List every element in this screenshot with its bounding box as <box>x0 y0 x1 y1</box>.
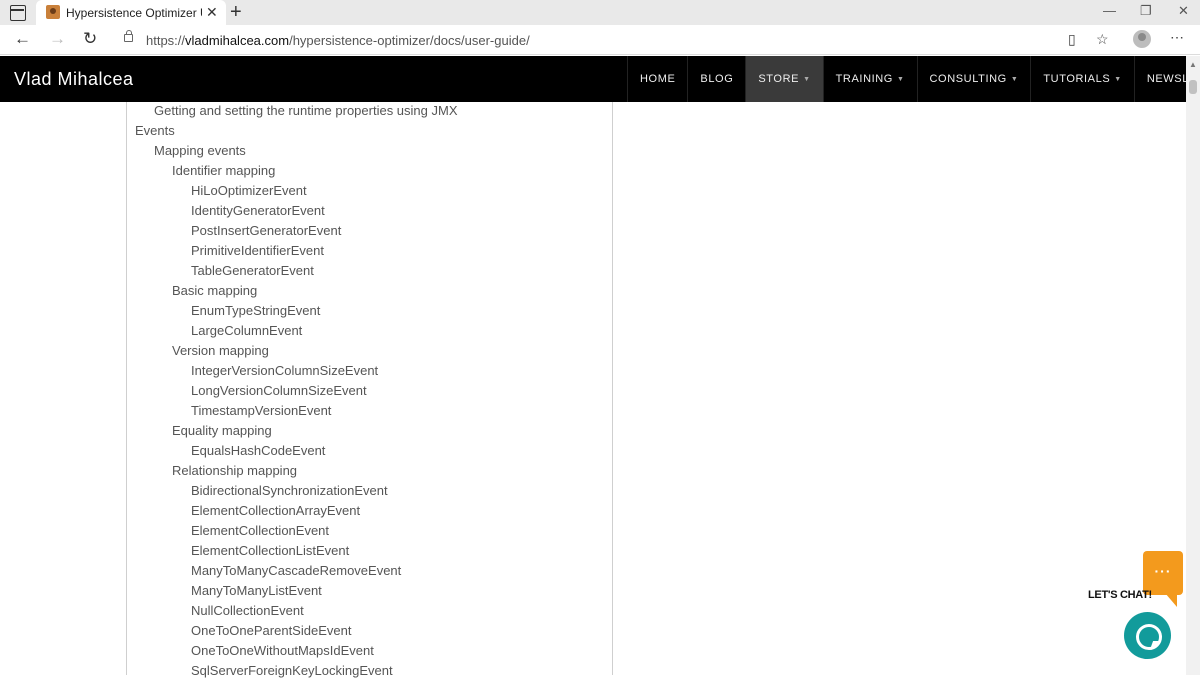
toc-link[interactable]: Relationship mapping <box>172 463 297 478</box>
toc-link[interactable]: LargeColumnEvent <box>191 323 302 338</box>
toc-link[interactable]: EqualsHashCodeEvent <box>191 443 325 458</box>
browser-tab-strip: Hypersistence Optimizer User Gu ✕ + — ❐ … <box>0 0 1200 25</box>
reload-icon[interactable]: ↻ <box>83 29 97 49</box>
menu-item-store[interactable]: STORE ▼ <box>745 56 823 102</box>
main-menu: HOME BLOG STORE ▼ TRAINING ▼ CONSULTING ▼ T… <box>627 56 1200 102</box>
site-favicon-icon <box>46 5 60 19</box>
url-host: vladmihalcea.com <box>185 33 290 48</box>
minimize-icon[interactable]: — <box>1103 3 1116 18</box>
toc-link[interactable]: PostInsertGeneratorEvent <box>191 223 341 238</box>
caret-down-icon: ▼ <box>896 75 905 83</box>
more-options-icon[interactable]: ⋯ <box>1170 29 1184 46</box>
toc-link[interactable]: Version mapping <box>172 343 269 358</box>
toc-link[interactable]: HiLoOptimizerEvent <box>191 183 307 198</box>
menu-item-consulting[interactable]: CONSULTING ▼ <box>916 56 1031 102</box>
toc-link[interactable]: IntegerVersionColumnSizeEvent <box>191 363 378 378</box>
tab-close-icon[interactable]: ✕ <box>206 4 218 21</box>
toc-link[interactable]: Mapping events <box>154 143 246 158</box>
menu-item-tutorials[interactable]: TUTORIALS ▼ <box>1030 56 1133 102</box>
toc-link[interactable]: Getting and setting the runtime properti… <box>154 103 458 118</box>
chat-label[interactable]: LET'S CHAT! <box>1088 589 1152 601</box>
menu-item-training[interactable]: TRAINING ▼ <box>822 56 917 102</box>
toc-link[interactable]: ElementCollectionEvent <box>191 523 329 538</box>
toc-link[interactable]: SqlServerForeignKeyLockingEvent <box>191 663 393 678</box>
toc-link[interactable]: EnumTypeStringEvent <box>191 303 320 318</box>
toc-link[interactable]: Events <box>135 123 175 138</box>
menu-label: CONSULTING <box>929 73 1007 85</box>
site-header: Vlad Mihalcea HOME BLOG STORE ▼ TRAINING ▼… <box>0 56 1200 102</box>
menu-label: HOME <box>640 73 676 85</box>
scroll-thumb[interactable] <box>1189 80 1197 94</box>
chat-open-button[interactable] <box>1124 612 1171 659</box>
url-scheme: https:// <box>146 33 186 48</box>
reader-view-icon[interactable]: ▯ <box>1068 31 1076 48</box>
menu-label: TRAINING <box>835 73 893 85</box>
tab-title: Hypersistence Optimizer User Gu <box>66 6 202 20</box>
back-icon[interactable]: ← <box>14 29 31 49</box>
profile-avatar[interactable] <box>1133 30 1151 48</box>
toc-link[interactable]: TimestampVersionEvent <box>191 403 331 418</box>
menu-item-home[interactable]: HOME <box>627 56 687 102</box>
menu-label: TUTORIALS <box>1043 73 1111 85</box>
site-brand[interactable]: Vlad Mihalcea <box>14 69 134 90</box>
toc-link[interactable]: ElementCollectionListEvent <box>191 543 349 558</box>
toc-link[interactable]: Equality mapping <box>172 423 272 438</box>
caret-down-icon: ▼ <box>803 75 811 83</box>
caret-down-icon: ▼ <box>1010 75 1019 83</box>
close-window-icon[interactable]: ✕ <box>1178 3 1189 19</box>
menu-label: BLOG <box>700 73 734 85</box>
toc-link[interactable]: Identifier mapping <box>172 163 275 178</box>
chat-dots: ··· <box>1154 563 1172 579</box>
favorites-icon[interactable]: ☆ <box>1096 31 1109 48</box>
toc-link[interactable]: ManyToManyCascadeRemoveEvent <box>191 563 401 578</box>
tab-actions-icon[interactable] <box>10 5 26 21</box>
page-scrollbar[interactable]: ▲ <box>1186 56 1200 675</box>
toc-link[interactable]: BidirectionalSynchronizationEvent <box>191 483 388 498</box>
toc-link[interactable]: ElementCollectionArrayEvent <box>191 503 360 518</box>
restore-icon[interactable]: ❐ <box>1140 3 1152 19</box>
toc-link[interactable]: ManyToManyListEvent <box>191 583 322 598</box>
new-tab-button[interactable]: + <box>230 1 242 24</box>
forward-icon[interactable]: → <box>49 29 66 49</box>
toc-link[interactable]: OneToOneWithoutMapsIdEvent <box>191 643 374 658</box>
lock-icon[interactable] <box>124 30 133 42</box>
browser-toolbar: ← → ↻ https://vladmihalcea.com/hypersist… <box>0 25 1200 55</box>
url-path: /hypersistence-optimizer/docs/user-guide… <box>289 33 530 48</box>
caret-down-icon: ▼ <box>1114 75 1122 83</box>
toc-link[interactable]: LongVersionColumnSizeEvent <box>191 383 367 398</box>
toc-link[interactable]: Basic mapping <box>172 283 257 298</box>
menu-label: STORE <box>758 73 800 85</box>
scroll-up-icon[interactable]: ▲ <box>1189 60 1197 69</box>
toc-link[interactable]: NullCollectionEvent <box>191 603 304 618</box>
toc-link[interactable]: PrimitiveIdentifierEvent <box>191 243 324 258</box>
toc-link[interactable]: TableGeneratorEvent <box>191 263 314 278</box>
menu-item-blog[interactable]: BLOG <box>687 56 745 102</box>
toc-link[interactable]: OneToOneParentSideEvent <box>191 623 351 638</box>
browser-tab[interactable]: Hypersistence Optimizer User Gu ✕ <box>36 0 226 25</box>
address-bar[interactable]: https://vladmihalcea.com/hypersistence-o… <box>146 33 530 48</box>
toc-link[interactable]: IdentityGeneratorEvent <box>191 203 325 218</box>
